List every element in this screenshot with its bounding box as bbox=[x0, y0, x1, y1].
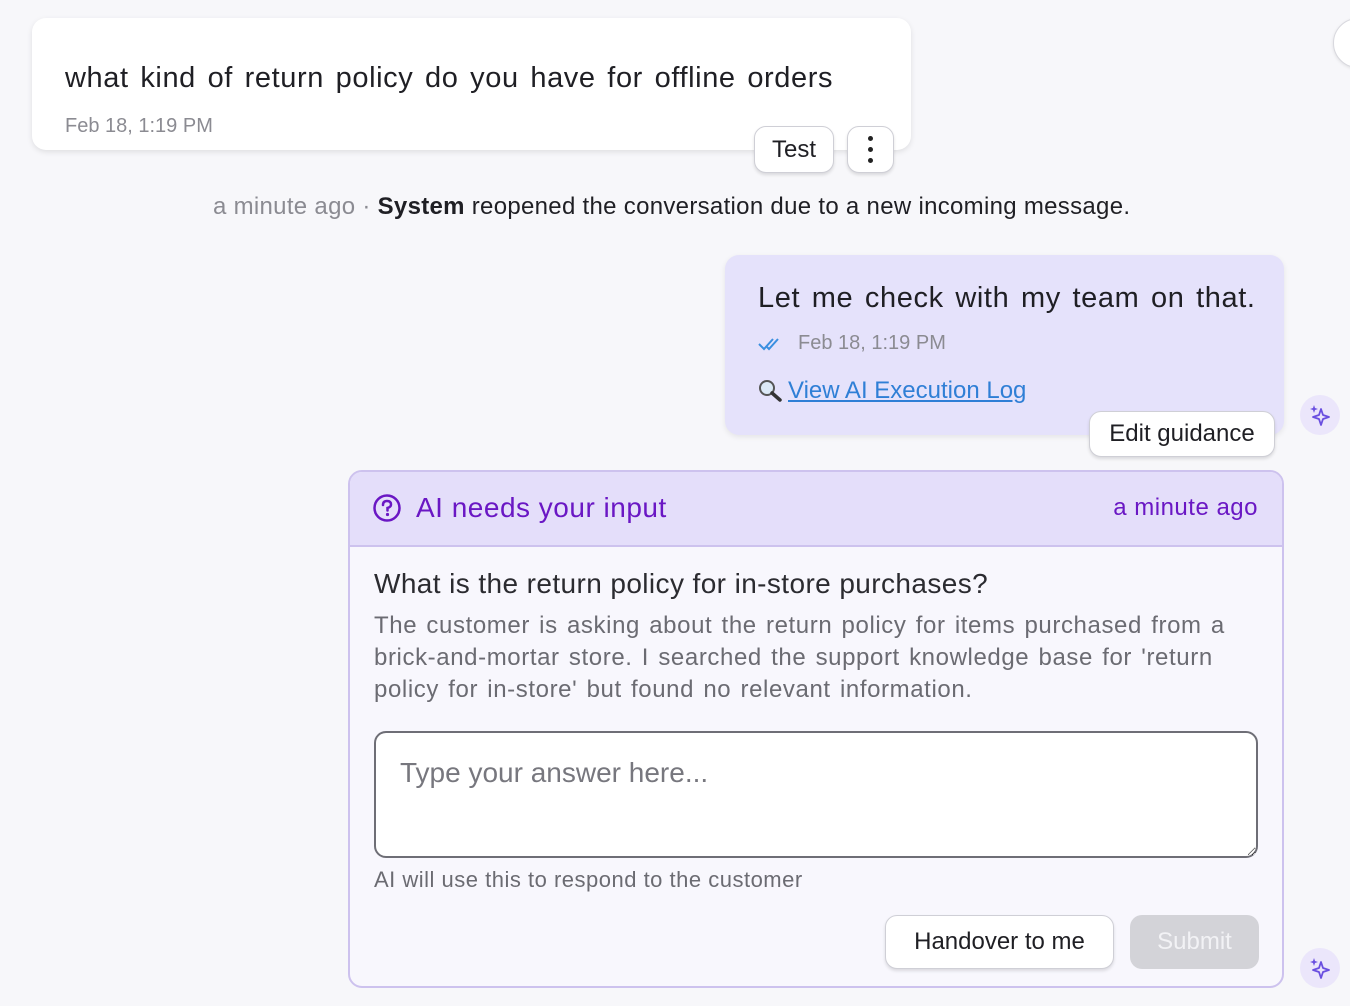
outgoing-message-meta: Feb 18, 1:19 PM bbox=[758, 332, 946, 355]
test-button[interactable]: Test bbox=[754, 126, 834, 173]
more-vertical-icon bbox=[868, 136, 873, 163]
ai-input-title-text: AI needs your input bbox=[416, 492, 667, 523]
answer-hint: AI will use this to respond to the custo… bbox=[374, 867, 803, 892]
view-ai-log-link[interactable]: View AI Execution Log bbox=[758, 377, 1026, 405]
incoming-message-text: what kind of return policy do you have f… bbox=[65, 62, 834, 94]
ai-input-time: a minute ago bbox=[1113, 494, 1258, 521]
ai-question: What is the return policy for in-store p… bbox=[374, 568, 989, 599]
ai-assist-button-bottom[interactable] bbox=[1300, 948, 1340, 988]
answer-input[interactable] bbox=[374, 731, 1258, 858]
system-event-text: reopened the conversation due to a new i… bbox=[464, 193, 1131, 220]
sparkle-icon bbox=[1310, 405, 1330, 426]
system-event-actor: System bbox=[377, 193, 465, 220]
outgoing-message-time: Feb 18, 1:19 PM bbox=[798, 332, 946, 354]
double-check-icon bbox=[758, 337, 779, 350]
more-options-button[interactable] bbox=[847, 126, 894, 173]
handover-button[interactable]: Handover to me bbox=[885, 915, 1114, 969]
ai-assist-button[interactable] bbox=[1300, 395, 1340, 435]
edit-guidance-button[interactable]: Edit guidance bbox=[1089, 411, 1275, 457]
submit-button[interactable]: Submit bbox=[1130, 915, 1259, 969]
outgoing-message-text: Let me check with my team on that. bbox=[758, 282, 1256, 314]
collapse-panel-button[interactable] bbox=[1333, 18, 1350, 68]
system-event-time: a minute ago bbox=[213, 193, 356, 220]
sparkle-icon bbox=[1310, 958, 1330, 979]
system-event-separator: · bbox=[355, 193, 378, 220]
system-event: a minute ago · System reopened the conve… bbox=[213, 193, 1130, 221]
ai-input-card: AI needs your input a minute ago What is… bbox=[348, 470, 1284, 988]
ai-input-header: AI needs your input a minute ago bbox=[350, 472, 1282, 547]
view-ai-log-label[interactable]: View AI Execution Log bbox=[788, 377, 1026, 405]
incoming-message-time: Feb 18, 1:19 PM bbox=[65, 115, 213, 137]
outgoing-message: Let me check with my team on that. Feb 1… bbox=[725, 255, 1284, 435]
question-circle-icon bbox=[373, 494, 401, 522]
ai-input-title: AI needs your input bbox=[372, 492, 667, 524]
magnifier-icon bbox=[759, 380, 782, 402]
ai-question-description: The customer is asking about the return … bbox=[374, 612, 1225, 703]
